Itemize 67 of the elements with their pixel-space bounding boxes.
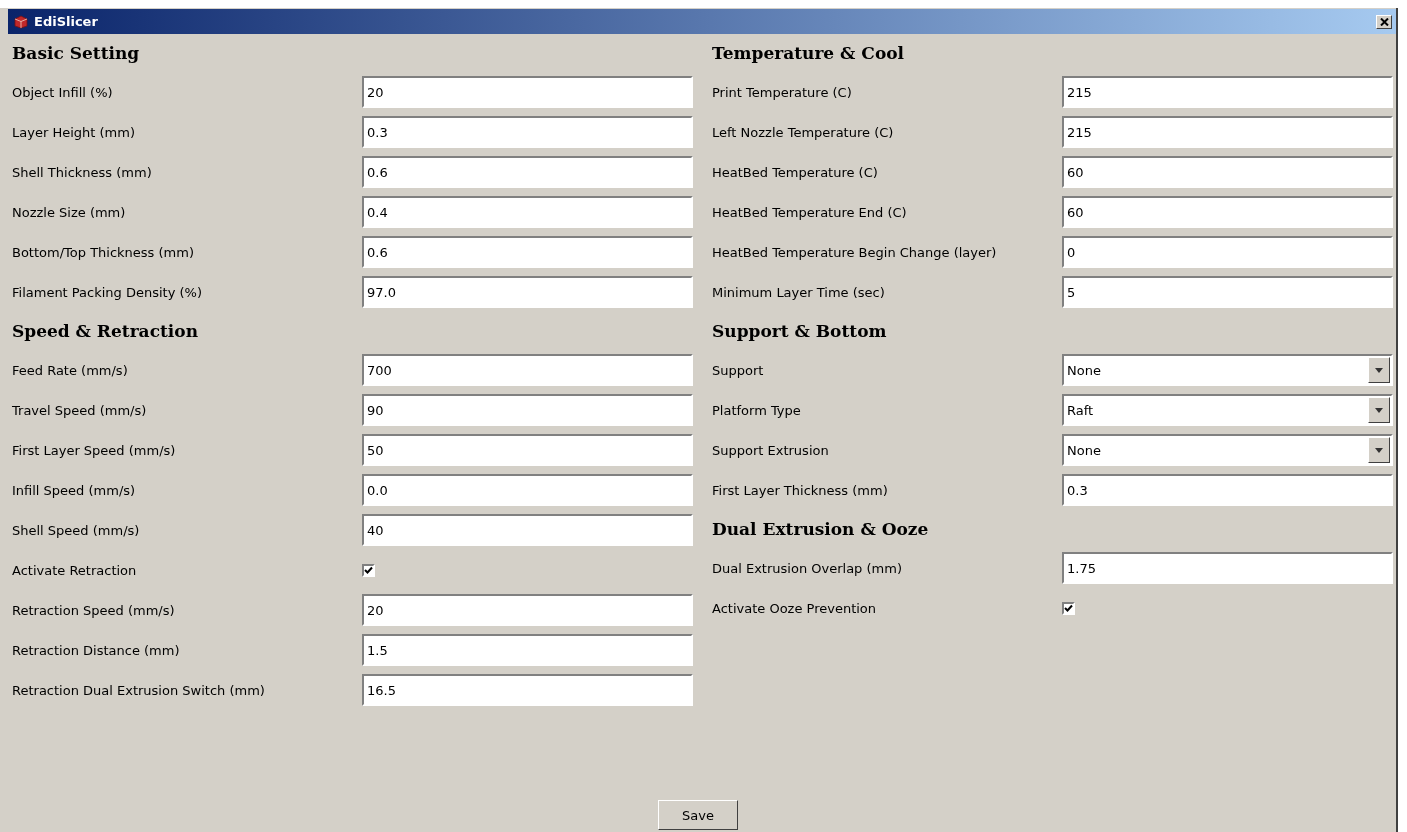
field-label: Travel Speed (mm/s) [12,402,148,418]
field-label: Bottom/Top Thickness (mm) [12,244,195,260]
window-title: EdiSlicer [34,14,99,29]
field-label: Shell Speed (mm/s) [12,522,141,538]
save-button[interactable]: Save [658,800,738,830]
input-field[interactable]: 0.6 [362,156,693,188]
field-label: First Layer Speed (mm/s) [12,442,177,458]
section-heading: Temperature & Cool [712,42,905,65]
field-label: Retraction Dual Extrusion Switch (mm) [12,682,266,698]
section-heading: Basic Setting [12,42,141,65]
field-label: Platform Type [712,402,802,418]
field-label: Retraction Distance (mm) [12,642,181,658]
caret-icon [1375,447,1383,453]
input-field[interactable]: 0.0 [362,474,693,506]
dropdown[interactable]: None [1062,354,1393,386]
field-label: Support [712,362,765,378]
section-heading: Support & Bottom [712,320,888,343]
input-field[interactable]: 16.5 [362,674,693,706]
close-icon [1379,17,1389,26]
caret-icon [1375,407,1383,413]
input-field[interactable]: 50 [362,434,693,466]
input-field[interactable]: 0.3 [362,116,693,148]
input-field[interactable]: 60 [1062,196,1393,228]
input-field[interactable]: 700 [362,354,693,386]
dropdown[interactable]: Raft [1062,394,1393,426]
input-field[interactable]: 5 [1062,276,1393,308]
field-label: Layer Height (mm) [12,124,136,140]
dropdown[interactable]: None [1062,434,1393,466]
field-label: HeatBed Temperature End (C) [712,204,908,220]
field-label: Object Infill (%) [12,84,114,100]
field-label: Support Extrusion [712,442,830,458]
field-label: Activate Retraction [12,562,138,578]
field-label: Feed Rate (mm/s) [12,362,129,378]
field-label: Retraction Speed (mm/s) [12,602,176,618]
input-field[interactable]: 20 [362,594,693,626]
input-field[interactable]: 20 [362,76,693,108]
field-label: Infill Speed (mm/s) [12,482,137,498]
field-label: Minimum Layer Time (sec) [712,284,886,300]
checkbox[interactable] [1062,601,1075,615]
input-field[interactable]: 60 [1062,156,1393,188]
input-field[interactable]: 0 [1062,236,1393,268]
field-label: Nozzle Size (mm) [12,204,127,220]
input-field[interactable]: 215 [1062,76,1393,108]
field-label: Left Nozzle Temperature (C) [712,124,895,140]
input-field[interactable]: 215 [1062,116,1393,148]
input-field[interactable]: 1.75 [1062,552,1393,584]
close-button[interactable] [1376,14,1392,29]
field-label: Print Temperature (C) [712,84,853,100]
cube-icon [14,14,28,29]
field-label: HeatBed Temperature (C) [712,164,879,180]
input-field[interactable]: 0.4 [362,196,693,228]
input-field[interactable]: 0.6 [362,236,693,268]
section-heading: Speed & Retraction [12,320,199,343]
input-field[interactable]: 97.0 [362,276,693,308]
caret-icon [1375,367,1383,373]
field-label: Filament Packing Density (%) [12,284,204,300]
field-label: HeatBed Temperature Begin Change (layer) [712,244,998,260]
input-field[interactable]: 0.3 [1062,474,1393,506]
field-label: Shell Thickness (mm) [12,164,153,180]
field-label: First Layer Thickness (mm) [712,482,889,498]
input-field[interactable]: 40 [362,514,693,546]
input-field[interactable]: 90 [362,394,693,426]
field-label: Dual Extrusion Overlap (mm) [712,560,903,576]
input-field[interactable]: 1.5 [362,634,693,666]
field-label: Activate Ooze Prevention [712,600,878,616]
checkbox[interactable] [362,563,375,577]
section-heading: Dual Extrusion & Ooze [712,518,930,541]
